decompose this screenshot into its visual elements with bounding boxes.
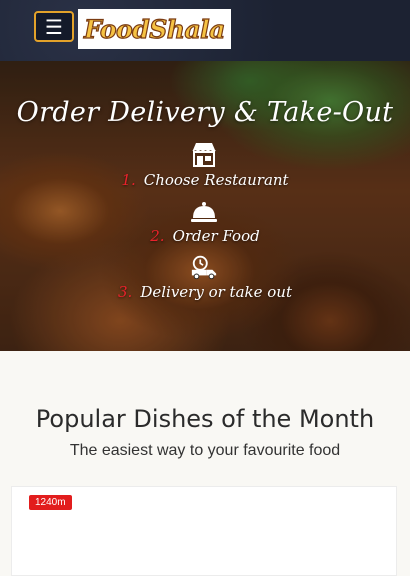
restaurant-icon [190, 141, 218, 167]
distance-badge: 1240m [29, 495, 72, 510]
step-label: Order Food [172, 227, 260, 245]
cloche-icon [190, 199, 218, 225]
step-label: Delivery or take out [140, 283, 292, 301]
hero-title: Order Delivery & Take-Out [16, 97, 394, 128]
step-number: 1. [121, 171, 136, 189]
step-order-food: 2. Order Food [0, 227, 410, 245]
logo-text: FoodShala [83, 14, 226, 44]
hamburger-icon: ☰ [45, 14, 63, 39]
step-number: 3. [118, 283, 133, 301]
popular-section-subtitle: The easiest way to your favourite food [69, 442, 341, 459]
step-label: Choose Restaurant [143, 171, 289, 189]
top-navbar: ☰ FoodShala [0, 0, 410, 61]
brand-logo[interactable]: FoodShala [78, 9, 231, 49]
step-number: 2. [150, 227, 165, 245]
hero-banner: Order Delivery & Take-Out 1. Choose Resta… [0, 61, 410, 351]
step-delivery-or-take-out: 3. Delivery or take out [0, 283, 410, 301]
step-choose-restaurant: 1. Choose Restaurant [0, 171, 410, 189]
delivery-truck-icon [190, 254, 218, 280]
menu-toggle-button[interactable]: ☰ [34, 11, 74, 42]
popular-section-title: Popular Dishes of the Month [35, 405, 375, 433]
